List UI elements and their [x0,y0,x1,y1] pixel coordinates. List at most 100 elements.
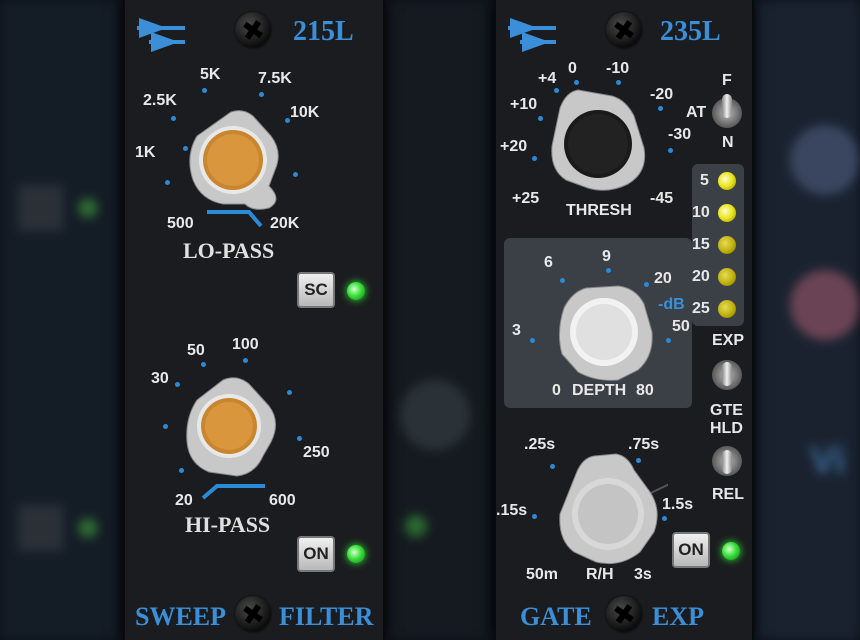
brand-logo-icon [137,18,185,52]
tick-label: 500 [167,215,194,232]
tick-mark [287,390,292,395]
tick-mark [243,358,248,363]
switch-label: N [722,134,734,151]
tick-mark [202,88,207,93]
tick-mark [668,148,673,153]
tick-mark [530,338,535,343]
switch-label: HLD [710,420,743,437]
tick-mark [666,338,671,343]
screw-icon [606,596,642,632]
rh-knob[interactable] [554,452,664,570]
tick-mark [538,116,543,121]
screw-icon [235,12,271,48]
tick-mark [293,172,298,177]
tick-label: -45 [650,190,674,207]
tick-mark [297,436,302,441]
screw-icon [235,596,271,632]
tick-label: -10 [606,60,630,77]
power-led [347,545,365,563]
meter-led [718,204,736,222]
tick-label: -20 [650,86,674,103]
tick-label: -30 [668,126,692,143]
tick-label: 600 [269,492,296,509]
tick-label: .15s [496,502,528,519]
tick-mark [532,514,537,519]
tick-label: +10 [510,96,538,113]
switch-label: F [722,72,732,89]
tick-label: 20 [654,270,672,287]
tick-mark [560,278,565,283]
tick-label: +20 [500,138,528,155]
switch-label: REL [712,486,744,503]
tick-mark [165,180,170,185]
tick-mark [606,268,611,273]
tick-label: 50 [672,318,690,335]
tick-mark [171,116,176,121]
tick-label: 20 [175,492,193,509]
switch-label: GTE [710,402,743,419]
on-button[interactable]: ON [297,536,335,572]
tick-label: 1K [135,144,156,161]
meter-label: 15 [692,236,710,253]
tick-label: 50 [187,342,205,359]
tick-mark [532,156,537,161]
sweep-filter-module: 215L 1K 2.5K 5K 7.5K 10K 500 20K LO-PASS… [123,0,385,640]
hold-toggle-switch[interactable] [712,446,742,476]
tick-label: 100 [232,336,259,353]
tick-label: 30 [151,370,169,387]
switch-label: EXP [712,332,745,349]
tick-mark [574,80,579,85]
depth-unit: -dB [658,296,685,313]
tick-mark [616,80,621,85]
tick-label: 2.5K [143,92,177,109]
meter-label: 5 [700,172,709,189]
tick-label: 5K [200,66,221,83]
fatn-toggle-switch[interactable] [712,94,742,128]
screw-icon [606,12,642,48]
tick-label: 80 [636,382,654,399]
tick-label: 9 [602,248,611,265]
sc-button[interactable]: SC [297,272,335,308]
tick-label: 10K [290,104,320,121]
sweep-line-icon [201,484,265,500]
meter-label: 25 [692,300,710,317]
tick-mark [175,382,180,387]
switch-label: AT [686,104,707,121]
meter-label: 10 [692,204,710,221]
meter-led [718,172,736,190]
meter-led [718,236,736,254]
depth-label: DEPTH [572,382,627,399]
tick-label: +25 [512,190,540,207]
tick-label: 0 [552,382,561,399]
footer-exp: EXP [652,602,704,631]
depth-knob[interactable] [556,284,654,382]
meter-led [718,268,736,286]
gate-exp-module: 235L +4 0 -10 +10 -20 +20 -30 +25 -45 TH… [494,0,754,640]
tick-label: 6 [544,254,553,271]
sc-led [347,282,365,300]
hipass-knob[interactable] [183,376,279,480]
tick-label: 3 [512,322,521,339]
brand-logo-icon [508,18,556,52]
footer-filter: FILTER [279,602,374,631]
rh-label: R/H [586,566,614,583]
mode-toggle-switch[interactable] [712,360,742,390]
thresh-knob[interactable] [548,86,648,196]
meter-led [718,300,736,318]
tick-label: 20K [270,215,300,232]
tick-label: 0 [568,60,577,77]
thresh-label: THRESH [566,202,632,219]
tick-label: 7.5K [258,70,292,87]
tick-mark [259,92,264,97]
power-led [722,542,740,560]
lopass-label: LO-PASS [183,238,275,263]
tick-label: 250 [303,444,330,461]
lopass-knob[interactable] [183,108,287,212]
on-button[interactable]: ON [672,532,710,568]
meter-label: 20 [692,268,710,285]
footer-sweep: SWEEP [135,602,227,631]
tick-mark [163,424,168,429]
tick-mark [658,106,663,111]
module-title: 215L [293,16,354,47]
tick-label: .25s [524,436,556,453]
